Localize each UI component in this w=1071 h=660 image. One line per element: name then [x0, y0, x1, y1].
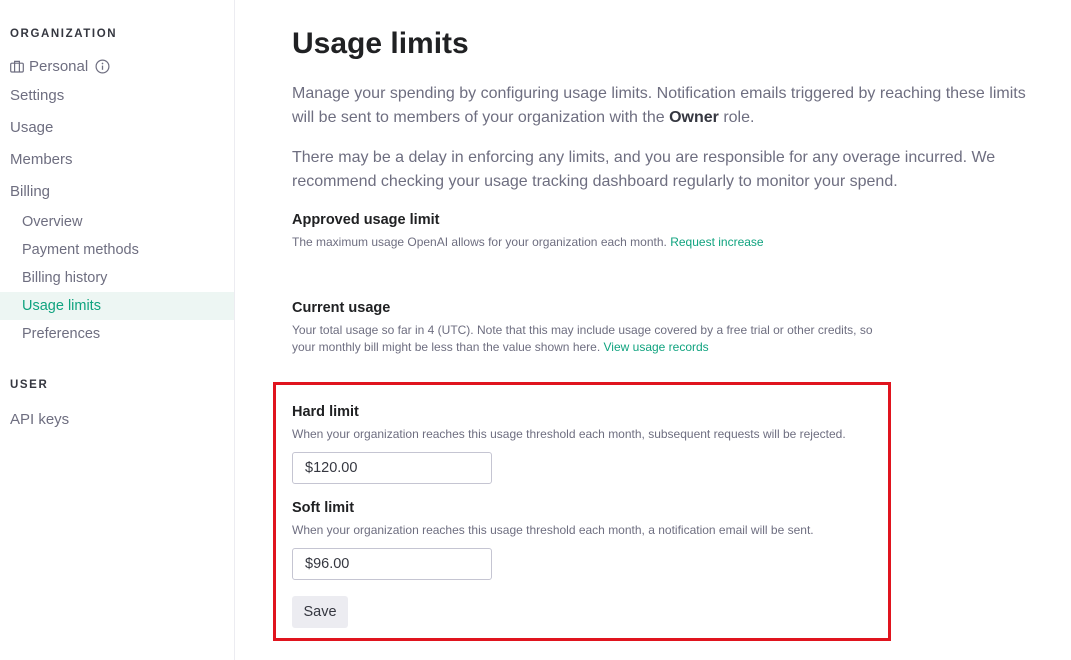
sidebar-item-billing[interactable]: Billing: [10, 182, 50, 202]
sidebar-item-members[interactable]: Members: [10, 150, 73, 170]
intro-paragraph-delay: There may be a delay in enforcing any li…: [292, 149, 996, 190]
owner-role-text: Owner: [669, 109, 719, 126]
current-usage-description: Your total usage so far in 4 (UTC). Note…: [292, 322, 892, 356]
intro-text-start: Manage your spending by configuring usag…: [292, 85, 1026, 126]
sidebar-item-payment-methods[interactable]: Payment methods: [0, 236, 234, 264]
approved-limit-description: The maximum usage OpenAI allows for your…: [292, 234, 892, 251]
approved-limit-text: The maximum usage OpenAI allows for your…: [292, 235, 667, 249]
org-selector[interactable]: Personal: [10, 56, 110, 76]
info-icon[interactable]: [95, 58, 110, 74]
user-section-header: USER: [10, 379, 49, 391]
intro-text-end: role.: [718, 109, 755, 126]
current-usage-label: Current usage: [292, 300, 391, 316]
request-increase-link[interactable]: Request increase: [670, 235, 763, 249]
organization-section-header: ORGANIZATION: [10, 28, 118, 40]
sidebar-item-overview[interactable]: Overview: [0, 208, 234, 236]
highlight-box: [273, 382, 891, 641]
sidebar-item-preferences[interactable]: Preferences: [0, 320, 234, 348]
sidebar-item-settings[interactable]: Settings: [10, 86, 64, 106]
intro-paragraph-owner: Manage your spending by configuring usag…: [292, 82, 1032, 130]
current-usage-text: Your total usage so far in 4 (UTC). Note…: [292, 323, 873, 354]
page-title: Usage limits: [292, 27, 469, 60]
approved-limit-label: Approved usage limit: [292, 212, 440, 228]
sidebar-item-usage[interactable]: Usage: [10, 118, 53, 138]
sidebar-item-billing-history[interactable]: Billing history: [0, 264, 234, 292]
sidebar: ORGANIZATION Personal Settings Usage Mem…: [0, 0, 235, 660]
view-usage-records-link[interactable]: View usage records: [604, 340, 709, 354]
org-name: Personal: [29, 57, 89, 75]
sidebar-item-api-keys[interactable]: API keys: [10, 410, 69, 430]
sidebar-item-usage-limits[interactable]: Usage limits: [0, 292, 234, 320]
briefcase-icon: [10, 60, 24, 73]
